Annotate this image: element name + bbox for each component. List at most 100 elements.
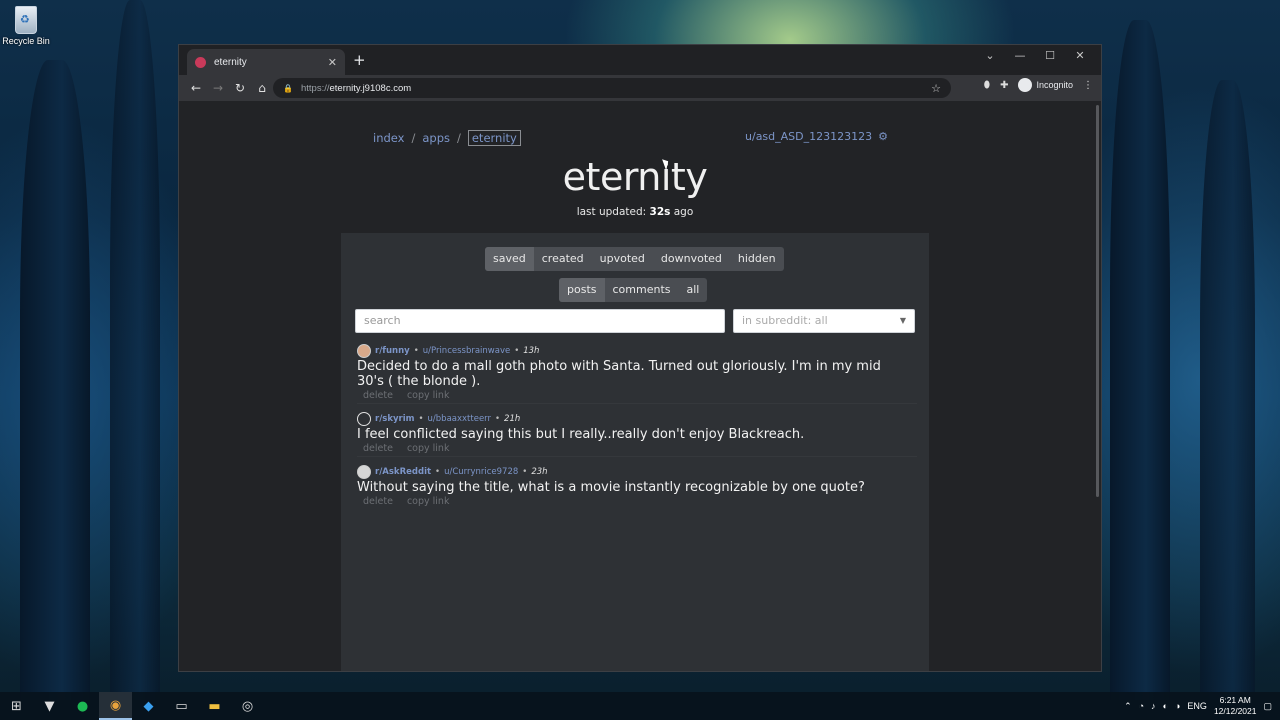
post-title[interactable]: Decided to do a mall goth photo with San…	[357, 359, 917, 389]
filter-posts[interactable]: posts	[559, 278, 605, 302]
address-bar-row: ← → ↻ ⌂ 🔒 https://eternity.j9108c.com ☆ …	[179, 75, 1101, 101]
post-actions: delete copy link	[357, 496, 917, 507]
content-panel: saved created upvoted downvoted hidden p…	[341, 233, 929, 671]
clock-date: 12/12/2021	[1213, 706, 1257, 716]
url-bar[interactable]: 🔒 https://eternity.j9108c.com ☆	[273, 78, 951, 98]
filter-hidden[interactable]: hidden	[730, 247, 784, 271]
background-tree	[1110, 20, 1170, 700]
recycle-bin-icon	[15, 6, 37, 34]
back-icon[interactable]: ←	[185, 81, 207, 95]
delete-button[interactable]: delete	[363, 390, 393, 401]
lock-icon[interactable]: 🔒	[283, 84, 293, 93]
app-cat-icon[interactable]: ▼	[33, 692, 66, 720]
home-icon[interactable]: ⌂	[251, 81, 273, 95]
tray-app2-icon[interactable]: ◑	[1175, 701, 1180, 711]
post-actions: delete copy link	[357, 390, 917, 401]
obs-icon[interactable]: ◎	[231, 692, 264, 720]
tab-close-icon[interactable]: ✕	[328, 56, 337, 69]
settings-gear-icon[interactable]: ⚙	[878, 130, 888, 143]
scrollbar[interactable]	[1096, 105, 1099, 497]
post-author[interactable]: u/Currynrice9728	[444, 467, 518, 477]
close-window-button[interactable]: ✕	[1065, 47, 1095, 65]
desktop-icon-recycle-bin[interactable]: Recycle Bin	[2, 4, 50, 46]
background-tree	[110, 0, 160, 700]
subreddit-avatar-icon	[357, 465, 371, 479]
post-list: r/funny • u/Princessbrainwave • 13h Decide…	[357, 344, 917, 517]
toolbar-icons: ⬮ ✚ Incognito ⋮	[984, 78, 1093, 92]
post-time: 23h	[531, 467, 548, 477]
breadcrumb-separator: /	[456, 131, 461, 145]
start-windows-icon[interactable]: ⊞	[0, 692, 33, 720]
post-subreddit[interactable]: r/funny	[375, 346, 410, 356]
tab-title: eternity	[214, 56, 247, 68]
filter-created[interactable]: created	[534, 247, 592, 271]
system-tray: ⌃ ◔ ♪ ◐ ◑ ENG 6:21 AM 12/12/2021 ▢	[1124, 692, 1280, 720]
post-subreddit[interactable]: r/skyrim	[375, 414, 415, 424]
incognito-indicator[interactable]: Incognito	[1018, 78, 1073, 92]
spotify-icon[interactable]: ●	[66, 692, 99, 720]
network-icon[interactable]: ◔	[1139, 701, 1144, 711]
chevron-down-icon: ▼	[899, 316, 906, 325]
filter-upvoted[interactable]: upvoted	[592, 247, 653, 271]
desktop-icon-label: Recycle Bin	[2, 36, 50, 46]
breadcrumb-index[interactable]: index	[373, 131, 404, 145]
post-author[interactable]: u/bbaaxxtteerr	[428, 414, 491, 424]
list-item: r/skyrim • u/bbaaxxtteerr • 21h I feel con…	[357, 412, 917, 457]
forward-icon[interactable]: →	[207, 81, 229, 95]
clock-time: 6:21 AM	[1219, 695, 1251, 705]
delete-button[interactable]: delete	[363, 443, 393, 454]
maximize-button[interactable]: ☐	[1035, 47, 1065, 65]
post-author[interactable]: u/Princessbrainwave	[423, 346, 511, 356]
menu-kebab-icon[interactable]: ⋮	[1083, 80, 1093, 91]
background-tree	[20, 60, 90, 700]
subreddit-select[interactable]: in subreddit: all ▼	[733, 309, 915, 333]
puzzle-icon[interactable]: ✚	[1000, 80, 1008, 91]
volume-icon[interactable]: ♪	[1151, 701, 1156, 711]
browser-window: eternity ✕ + ⌄ — ☐ ✕ ← → ↻ ⌂ 🔒 https://e…	[178, 44, 1102, 672]
reload-icon[interactable]: ↻	[229, 81, 251, 95]
language-indicator[interactable]: ENG	[1187, 701, 1207, 711]
delete-button[interactable]: delete	[363, 496, 393, 507]
chrome-icon[interactable]: ◉	[99, 692, 132, 720]
filter-all[interactable]: all	[679, 278, 708, 302]
post-title[interactable]: Without saying the title, what is a movi…	[357, 480, 917, 495]
subreddit-avatar-icon	[357, 344, 371, 358]
tray-app-icon[interactable]: ◐	[1163, 701, 1168, 711]
file-explorer-icon[interactable]: ▬	[198, 692, 231, 720]
post-meta: r/skyrim • u/bbaaxxtteerr • 21h	[357, 412, 917, 426]
extension-icon[interactable]: ⬮	[984, 80, 990, 91]
notifications-icon[interactable]: ▢	[1263, 701, 1272, 712]
copy-link-button[interactable]: copy link	[407, 390, 450, 401]
category-filter: saved created upvoted downvoted hidden	[485, 247, 784, 271]
background-tree	[1200, 80, 1255, 700]
post-subreddit[interactable]: r/AskReddit	[375, 467, 431, 477]
new-tab-button[interactable]: +	[353, 51, 366, 69]
bookmark-star-icon[interactable]: ☆	[931, 82, 941, 95]
tab-search-icon[interactable]: ⌄	[975, 47, 1005, 65]
chevron-up-icon[interactable]: ⌃	[1124, 701, 1132, 712]
list-item: r/AskReddit • u/Currynrice9728 • 23h Witho…	[357, 465, 917, 509]
breadcrumb-apps[interactable]: apps	[422, 131, 450, 145]
terminal-icon[interactable]: ▭	[165, 692, 198, 720]
incognito-icon	[1018, 78, 1033, 92]
post-actions: delete copy link	[357, 443, 917, 454]
filter-saved[interactable]: saved	[485, 247, 534, 271]
browser-tab[interactable]: eternity ✕	[187, 49, 345, 75]
copy-link-button[interactable]: copy link	[407, 496, 450, 507]
type-filter: posts comments all	[559, 278, 708, 302]
subreddit-select-value: in subreddit: all	[742, 314, 828, 327]
user-link[interactable]: u/asd_ASD_123123123 ⚙	[745, 130, 888, 143]
minimize-button[interactable]: —	[1005, 47, 1035, 65]
vscode-icon[interactable]: ◆	[132, 692, 165, 720]
url-text: https://eternity.j9108c.com	[300, 82, 412, 94]
copy-link-button[interactable]: copy link	[407, 443, 450, 454]
search-input[interactable]: search	[355, 309, 725, 333]
username[interactable]: u/asd_ASD_123123123	[745, 130, 872, 143]
clock[interactable]: 6:21 AM 12/12/2021	[1214, 695, 1257, 717]
filter-comments[interactable]: comments	[605, 278, 679, 302]
filter-downvoted[interactable]: downvoted	[653, 247, 730, 271]
post-meta: r/AskReddit • u/Currynrice9728 • 23h	[357, 465, 917, 479]
breadcrumb-current[interactable]: eternity	[467, 130, 521, 146]
post-title[interactable]: I feel conflicted saying this but I real…	[357, 427, 917, 442]
window-controls: ⌄ — ☐ ✕	[975, 47, 1095, 65]
